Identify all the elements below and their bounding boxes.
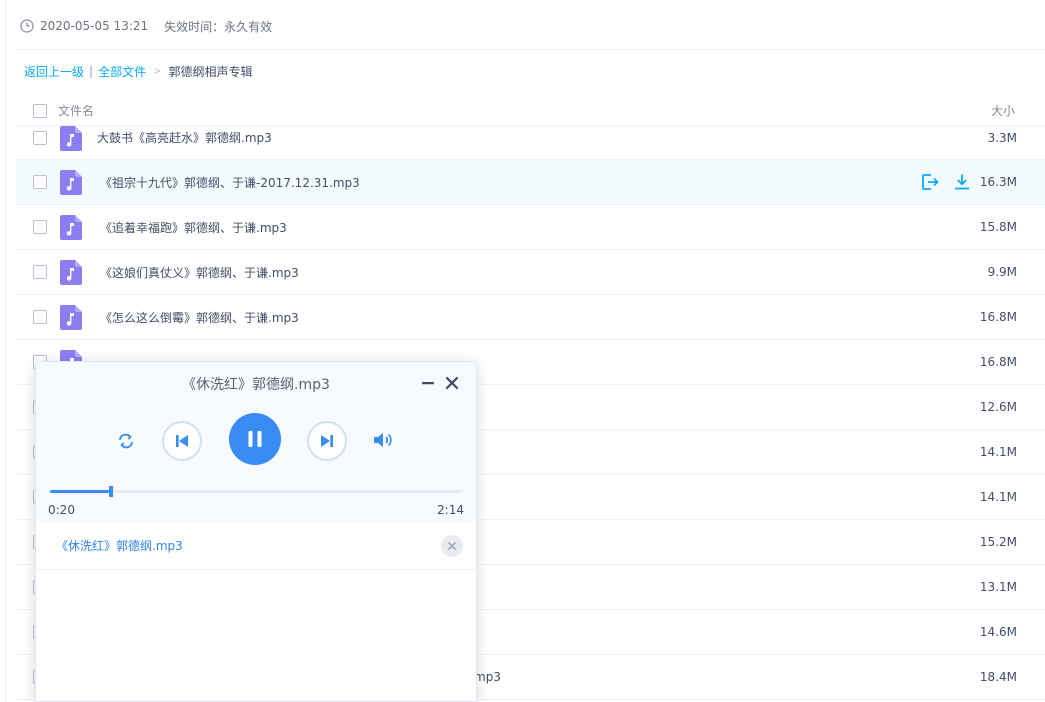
pause-icon[interactable] bbox=[229, 413, 281, 465]
file-size: 15.8M bbox=[979, 220, 1017, 234]
share-icon[interactable] bbox=[921, 173, 939, 191]
file-size: 14.1M bbox=[979, 445, 1017, 459]
breadcrumb: 返回上一级 | 全部文件 > 郭德纲相声专辑 bbox=[24, 62, 252, 80]
row-checkbox[interactable] bbox=[33, 310, 47, 324]
file-row[interactable]: 《这娘们真仗义》郭德纲、于谦.mp3 9.9M bbox=[16, 250, 1045, 295]
share-info-bar: 2020-05-05 13:21 失效时间：永久有效 bbox=[20, 17, 272, 35]
file-row[interactable]: 大鼓书《高亮赶水》郭德纲.mp3 3.3M bbox=[16, 116, 1045, 160]
current-time: 0:20 bbox=[48, 503, 75, 517]
file-name[interactable]: 大鼓书《高亮赶水》郭德纲.mp3 bbox=[97, 129, 272, 146]
file-size: 15.2M bbox=[979, 535, 1017, 549]
music-file-icon bbox=[60, 260, 82, 285]
music-file-icon bbox=[60, 125, 82, 151]
file-size: 16.3M bbox=[979, 175, 1017, 189]
file-size: 13.1M bbox=[979, 580, 1017, 594]
file-row[interactable]: 《追着幸福跑》郭德纲、于谦.mp3 15.8M bbox=[16, 205, 1045, 250]
back-link[interactable]: 返回上一级 bbox=[24, 63, 84, 80]
file-size: 16.8M bbox=[979, 310, 1017, 324]
file-size: 14.6M bbox=[979, 625, 1017, 639]
file-row[interactable]: 《怎么这么倒霉》郭德纲、于谦.mp3 16.8M bbox=[16, 295, 1045, 340]
minimize-icon[interactable] bbox=[421, 376, 435, 390]
file-size: 3.3M bbox=[987, 130, 1017, 145]
file-name[interactable]: 《怎么这么倒霉》郭德纲、于谦.mp3 bbox=[100, 309, 299, 326]
file-name[interactable]: 《祖宗十九代》郭德纲、于谦-2017.12.31.mp3 bbox=[100, 174, 360, 191]
progress-handle[interactable] bbox=[109, 486, 114, 497]
playlist-item[interactable]: 《休洗红》郭德纲.mp3 bbox=[36, 522, 476, 570]
clock-icon bbox=[20, 19, 34, 33]
file-name[interactable]: 《追着幸福跑》郭德纲、于谦.mp3 bbox=[100, 219, 287, 236]
file-row[interactable]: 《祖宗十九代》郭德纲、于谦-2017.12.31.mp3 16.3M bbox=[16, 160, 1045, 205]
breadcrumb-arrow: > bbox=[153, 65, 162, 77]
file-size: 14.1M bbox=[979, 490, 1017, 504]
divider bbox=[16, 49, 1045, 50]
loop-icon[interactable] bbox=[116, 431, 136, 451]
row-checkbox[interactable] bbox=[33, 265, 47, 279]
row-checkbox[interactable] bbox=[33, 175, 47, 189]
skip-previous-icon[interactable] bbox=[162, 421, 202, 461]
music-file-icon bbox=[60, 170, 82, 195]
audio-player: 《休洗红》郭德纲.mp3 0:20 2:14 《休洗红》郭德纲.mp3 bbox=[35, 361, 477, 702]
progress-fill bbox=[50, 490, 112, 493]
row-checkbox[interactable] bbox=[33, 220, 47, 234]
player-title: 《休洗红》郭德纲.mp3 bbox=[182, 377, 330, 393]
total-time: 2:14 bbox=[437, 503, 464, 517]
page-left-border bbox=[5, 0, 6, 702]
file-name[interactable]: 《这娘们真仗义》郭德纲、于谦.mp3 bbox=[100, 264, 299, 281]
file-size: 12.6M bbox=[979, 400, 1017, 414]
file-name[interactable]: mp3 bbox=[474, 670, 501, 684]
skip-next-icon[interactable] bbox=[307, 421, 347, 461]
progress-slider[interactable] bbox=[50, 486, 461, 497]
all-files-link[interactable]: 全部文件 bbox=[98, 63, 146, 80]
share-expiry: 失效时间：永久有效 bbox=[164, 19, 273, 34]
share-date: 2020-05-05 13:21 bbox=[40, 19, 149, 33]
download-icon[interactable] bbox=[953, 173, 971, 191]
music-file-icon bbox=[60, 305, 82, 330]
row-checkbox[interactable] bbox=[33, 130, 47, 145]
playlist-item-name[interactable]: 《休洗红》郭德纲.mp3 bbox=[56, 537, 183, 554]
volume-icon[interactable] bbox=[372, 430, 394, 450]
file-size: 9.9M bbox=[987, 265, 1017, 279]
music-file-icon bbox=[60, 215, 82, 240]
remove-icon[interactable] bbox=[441, 535, 463, 557]
breadcrumb-separator: | bbox=[89, 64, 94, 78]
row-actions bbox=[921, 173, 971, 191]
close-icon[interactable] bbox=[445, 376, 459, 390]
file-size: 16.8M bbox=[979, 355, 1017, 369]
player-controls-panel: 《休洗红》郭德纲.mp3 0:20 2:14 bbox=[36, 362, 476, 522]
file-size: 18.4M bbox=[979, 670, 1017, 684]
current-folder: 郭德纲相声专辑 bbox=[168, 64, 253, 79]
